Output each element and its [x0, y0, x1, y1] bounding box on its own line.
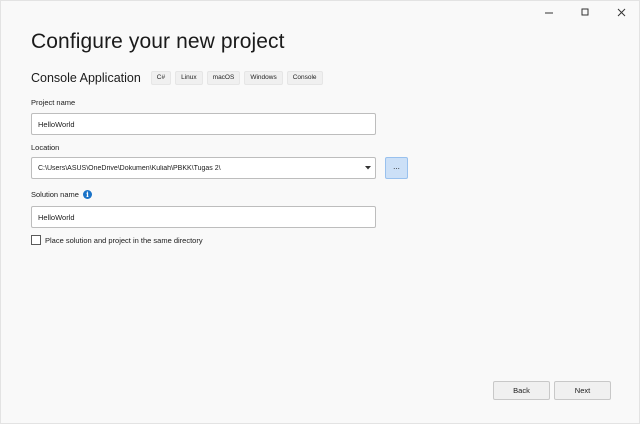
project-name-label: Project name [31, 98, 76, 107]
dropdown-arrow-icon[interactable] [361, 158, 375, 178]
tag-platform-macos: macOS [206, 71, 241, 85]
template-name: Console Application [31, 71, 141, 85]
tag-language: C# [150, 71, 172, 85]
same-directory-label: Place solution and project in the same d… [45, 235, 203, 245]
tag-project-type: Console [286, 71, 323, 85]
solution-name-label: Solution name [31, 190, 79, 199]
minimize-icon [544, 8, 554, 17]
tag-platform-windows: Windows [244, 71, 283, 85]
template-header: Console Application C# Linux macOS Windo… [31, 71, 327, 85]
window-controls [531, 1, 639, 23]
maximize-button[interactable] [567, 1, 603, 23]
maximize-icon [581, 8, 590, 17]
browse-button[interactable]: ... [385, 157, 408, 179]
close-button[interactable] [603, 1, 639, 23]
location-label: Location [31, 143, 60, 152]
location-combobox[interactable]: C:\Users\ASUS\OneDrive\Dokumen\Kuliah\PB… [31, 157, 376, 179]
same-directory-option[interactable]: Place solution and project in the same d… [31, 235, 203, 245]
back-button[interactable]: Back [493, 381, 550, 400]
dialog-window: Configure your new project Console Appli… [0, 0, 640, 424]
project-name-input[interactable] [31, 113, 376, 135]
page-title: Configure your new project [31, 30, 285, 53]
minimize-button[interactable] [531, 1, 567, 23]
close-icon [617, 8, 626, 17]
info-icon[interactable]: i [83, 190, 92, 199]
next-button[interactable]: Next [554, 381, 611, 400]
location-value: C:\Users\ASUS\OneDrive\Dokumen\Kuliah\PB… [38, 164, 221, 172]
tag-platform-linux: Linux [175, 71, 203, 85]
solution-name-input[interactable] [31, 206, 376, 228]
same-directory-checkbox[interactable] [31, 235, 41, 245]
